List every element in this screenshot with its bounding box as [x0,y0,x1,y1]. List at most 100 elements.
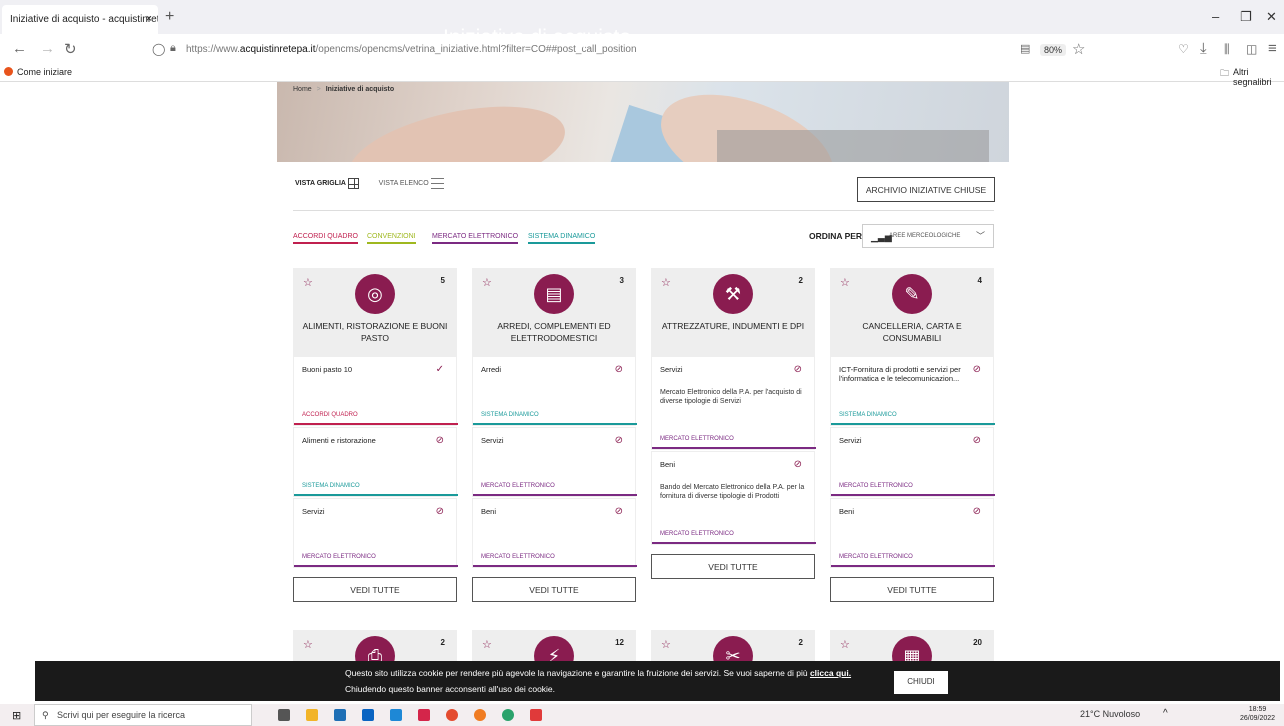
category-underline [652,447,816,449]
bookmark-altri-segnalibri[interactable]: Altri segnalibri [1233,67,1284,87]
card-title[interactable]: ATTREZZATURE, INDUMENTI E DPI [655,320,811,332]
favorite-star-icon[interactable]: ☆ [303,276,313,289]
card-header: ☆ ⚡ 12 [472,630,636,676]
initiative-item[interactable]: Buoni pasto 10 ✓ ACCORDI QUADRO [293,356,458,426]
task-view-icon[interactable] [278,709,290,721]
check-icon: ✓ [435,364,444,375]
tray-chevron-icon[interactable]: ^ [1163,708,1168,719]
browser-tab[interactable]: Iniziative di acquisto - acquistinrete × [2,5,158,34]
card-title[interactable]: CANCELLERIA, CARTA E CONSUMABILI [834,320,990,344]
vista-griglia-button[interactable]: VISTA GRIGLIA [295,178,359,189]
status-circle-icon: ⊘ [435,435,444,446]
filter-tab[interactable]: MERCATO ELETTRONICO [432,233,519,244]
menu-icon[interactable]: ≡ [1268,40,1277,57]
new-tab-button[interactable]: + [165,8,174,26]
archivio-button[interactable]: ARCHIVIO INIZIATIVE CHIUSE [857,177,995,202]
hero-image-hand [341,90,573,162]
filter-tab[interactable]: ACCORDI QUADRO [293,233,358,244]
category-icon: ✎ [892,274,932,314]
favorite-star-icon[interactable]: ☆ [482,276,492,289]
sidebar-icon[interactable]: ◫ [1246,42,1257,56]
close-window-icon[interactable]: ✕ [1266,9,1277,25]
breadcrumb-home[interactable]: Home [293,86,312,93]
bookmark-star-icon[interactable]: ☆ [1072,40,1085,58]
favorite-star-icon[interactable]: ☆ [661,638,671,651]
windows-start-icon[interactable]: ⊞ [12,709,21,722]
tab-close-icon[interactable]: × [146,5,152,34]
category-underline [831,423,995,425]
cookie-link[interactable]: clicca qui. [810,668,851,678]
initiative-item[interactable]: Beni ⊘ Bando del Mercato Elettronico della… [651,451,816,545]
taskbar-search[interactable]: ⚲ Scrivi qui per eseguire la ricerca [34,704,252,726]
hero-overlay [717,130,989,162]
sort-select[interactable]: ▁▃▅ AREE MERCEOLOGICHE ﹀ [862,224,994,248]
vista-elenco-button[interactable]: VISTA ELENCO [379,178,444,189]
category-icon: ▤ [534,274,574,314]
initiative-item[interactable]: ICT-Fornitura di prodotti e servizi per … [830,356,995,426]
card-title[interactable]: ALIMENTI, RISTORAZIONE E BUONI PASTO [297,320,453,344]
category-underline [294,494,458,496]
card-count: 12 [615,638,624,647]
initiative-item[interactable]: Servizi ⊘ MERCATO ELETTRONICO [472,427,637,497]
favorite-star-icon[interactable]: ☆ [303,638,313,651]
cookie-text: Questo sito utilizza cookie per rendere … [345,668,808,678]
favorite-star-icon[interactable]: ☆ [840,276,850,289]
cookie-banner: Questo sito utilizza cookie per rendere … [35,661,1280,701]
initiative-item[interactable]: Servizi ⊘ MERCATO ELETTRONICO [830,427,995,497]
filter-tab[interactable]: SISTEMA DINAMICO [528,233,596,244]
category-underline [831,494,995,496]
vedi-tutte-button[interactable]: VEDI TUTTE [472,577,636,602]
shield-icon[interactable]: ◯ [152,42,165,56]
pocket-icon[interactable]: ♡ [1178,42,1189,56]
weather-widget[interactable]: 21°C Nuvoloso [1080,709,1140,719]
clock[interactable]: 18:59 26/09/2022 [1240,705,1275,723]
item-category: MERCATO ELETTRONICO [302,554,376,560]
tab-title: Iniziative di acquisto - acquistinrete [10,14,158,25]
card-title[interactable]: ARREDI, COMPLEMENTI ED ELETTRODOMESTICI [476,320,632,344]
media-app-icon[interactable] [530,709,542,721]
initiative-item[interactable]: Beni ⊘ MERCATO ELETTRONICO [472,498,637,568]
forward-icon[interactable]: → [40,40,55,57]
item-title: Beni [481,507,497,516]
vedi-tutte-button[interactable]: VEDI TUTTE [651,554,815,579]
favorite-star-icon[interactable]: ☆ [482,638,492,651]
item-title: Buoni pasto 10 [302,365,353,374]
cookie-close-button[interactable]: CHIUDI [894,671,948,694]
edge-icon[interactable] [502,709,514,721]
vedi-tutte-button[interactable]: VEDI TUTTE [830,577,994,602]
download-icon[interactable]: ⤓ [1200,40,1207,57]
category-underline [294,565,458,567]
firefox-taskbar-icon[interactable] [474,709,486,721]
back-icon[interactable]: ← [12,40,27,57]
minimize-icon[interactable]: – [1212,9,1219,24]
file-explorer-icon[interactable] [306,709,318,721]
initiative-item[interactable]: Alimenti e ristorazione ⊘ SISTEMA DINAMICO [293,427,458,497]
status-circle-icon: ⊘ [793,459,802,470]
app-l-icon[interactable] [390,709,402,721]
category-underline [831,565,995,567]
bookmark-come-iniziare[interactable]: Come iniziare [17,67,72,77]
chrome-icon[interactable] [446,709,458,721]
category-underline [652,542,816,544]
library-icon[interactable]: ⫼ [1224,42,1230,57]
pocket-app-icon[interactable] [418,709,430,721]
list-icon [430,178,444,189]
store-icon[interactable] [334,709,346,721]
initiative-item[interactable]: Arredi ⊘ SISTEMA DINAMICO [472,356,637,426]
initiative-item[interactable]: Servizi ⊘ Mercato Elettronico della P.A. p… [651,356,816,450]
zoom-level[interactable]: 80% [1040,44,1067,56]
vedi-tutte-button[interactable]: VEDI TUTTE [293,577,457,602]
reader-view-icon[interactable]: ▤ [1020,42,1030,55]
favorite-star-icon[interactable]: ☆ [661,276,671,289]
lock-icon[interactable]: 🔒︎ [170,42,176,55]
mail-icon[interactable] [362,709,374,721]
card-count: 2 [798,276,803,285]
restore-icon[interactable]: ❐ [1240,9,1252,25]
reload-icon[interactable]: ↻ [64,40,77,58]
view-toggle: VISTA GRIGLIA VISTA ELENCO [295,178,444,189]
item-category: MERCATO ELETTRONICO [839,483,913,489]
initiative-item[interactable]: Servizi ⊘ MERCATO ELETTRONICO [293,498,458,568]
favorite-star-icon[interactable]: ☆ [840,638,850,651]
initiative-item[interactable]: Beni ⊘ MERCATO ELETTRONICO [830,498,995,568]
filter-tab[interactable]: CONVENZIONI [367,233,416,244]
